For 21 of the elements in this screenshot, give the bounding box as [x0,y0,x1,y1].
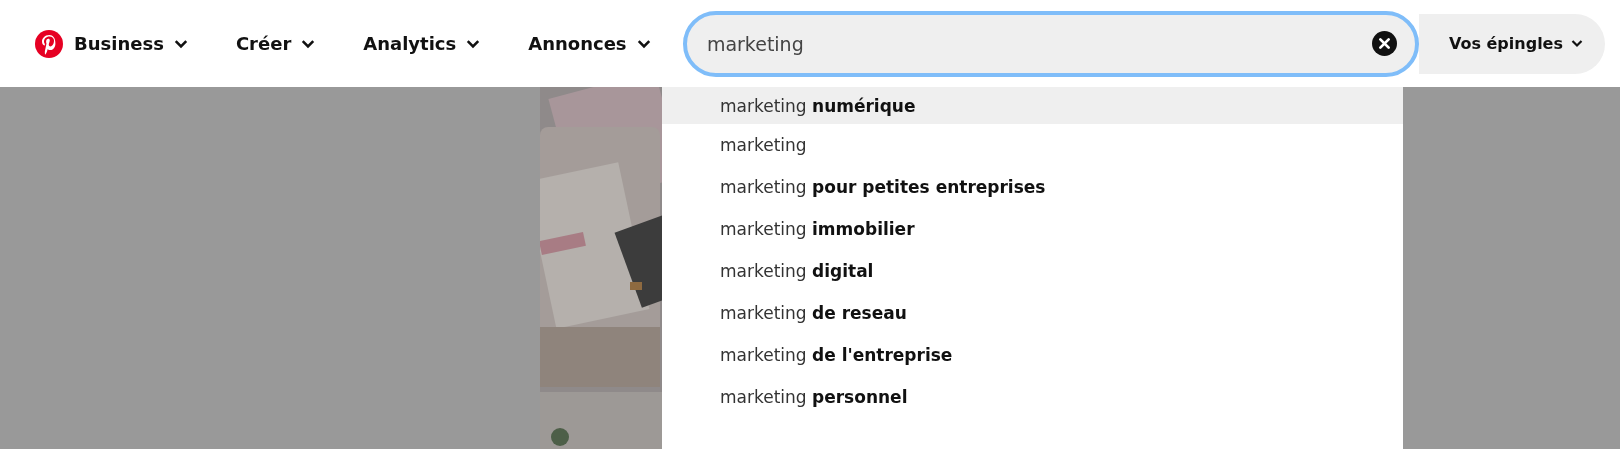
search-suggestion[interactable]: marketing de reseau [662,292,1403,334]
nav-menu-button[interactable]: Annonces [528,33,651,54]
search-suggestion[interactable]: marketing digital [662,250,1403,292]
account-menu-button[interactable]: Vos épingles [1418,13,1605,74]
search-suggestion[interactable]: marketing immobilier [662,208,1403,250]
search-suggestion[interactable]: marketing [662,124,1403,166]
pinterest-logo-icon[interactable] [34,28,64,59]
search-suggestion[interactable]: marketing pour petites entreprises [662,166,1403,208]
chevron-down-icon [636,38,651,49]
search-suggestion[interactable]: marketing numérique [662,87,1403,124]
search-field[interactable]: marketing [682,10,1419,77]
search-suggestion[interactable]: marketing personnel [662,376,1403,418]
chevron-down-icon [301,38,316,49]
chevron-down-icon [173,38,188,49]
chevron-down-icon [466,38,481,49]
search-suggestion[interactable]: marketing de l'entreprise [662,334,1403,376]
clear-icon[interactable] [1371,31,1397,56]
nav-menu-button[interactable]: Business [74,33,188,54]
nav-menu-button[interactable]: Analytics [363,33,481,54]
nav-menu-button[interactable]: Créer [235,33,316,54]
chevron-down-icon [1571,39,1583,48]
